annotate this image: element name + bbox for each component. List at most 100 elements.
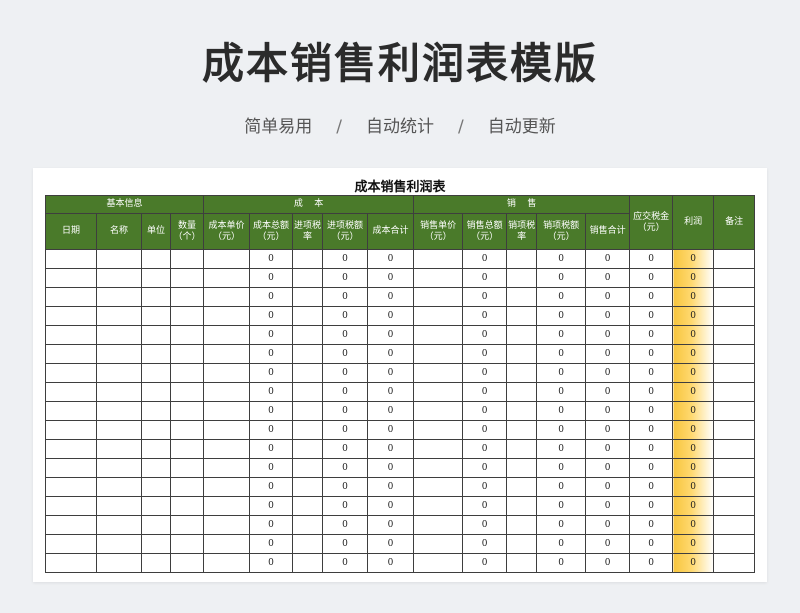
table-cell[interactable] (45, 268, 97, 288)
table-cell[interactable] (713, 325, 756, 345)
table-cell[interactable]: 0 (536, 325, 587, 345)
table-cell[interactable] (506, 401, 538, 421)
table-cell[interactable]: 0 (249, 382, 294, 402)
table-cell[interactable] (292, 401, 324, 421)
table-cell[interactable] (96, 477, 142, 497)
table-cell[interactable]: 0 (322, 496, 369, 516)
table-cell[interactable] (713, 477, 756, 497)
table-cell[interactable] (96, 553, 142, 573)
table-cell[interactable] (506, 344, 538, 364)
table-cell[interactable]: 0 (536, 496, 587, 516)
table-cell[interactable] (506, 553, 538, 573)
table-cell[interactable]: 0 (462, 268, 508, 288)
table-cell[interactable] (96, 268, 142, 288)
table-cell[interactable] (45, 363, 97, 383)
table-cell[interactable] (96, 363, 142, 383)
table-cell[interactable] (413, 439, 464, 459)
table-cell[interactable] (96, 534, 142, 554)
table-cell[interactable] (96, 420, 142, 440)
table-cell[interactable]: 0 (249, 534, 294, 554)
table-cell[interactable] (141, 458, 171, 478)
table-cell[interactable]: 0 (367, 249, 415, 269)
table-cell[interactable] (141, 401, 171, 421)
table-cell[interactable] (45, 382, 97, 402)
table-cell[interactable] (203, 496, 251, 516)
table-cell[interactable] (292, 306, 324, 326)
table-cell[interactable]: 0 (249, 439, 294, 459)
table-cell[interactable] (713, 382, 756, 402)
profit-cell[interactable]: 0 (672, 496, 715, 516)
table-cell[interactable] (169, 496, 205, 516)
table-cell[interactable] (169, 363, 205, 383)
table-cell[interactable] (713, 363, 756, 383)
table-cell[interactable]: 0 (249, 420, 294, 440)
table-cell[interactable] (413, 515, 464, 535)
table-cell[interactable]: 0 (629, 401, 674, 421)
table-cell[interactable]: 0 (367, 477, 415, 497)
table-cell[interactable] (203, 325, 251, 345)
table-cell[interactable] (413, 363, 464, 383)
table-cell[interactable]: 0 (322, 268, 369, 288)
table-cell[interactable] (292, 477, 324, 497)
table-cell[interactable] (141, 306, 171, 326)
table-cell[interactable] (203, 477, 251, 497)
table-cell[interactable]: 0 (629, 363, 674, 383)
table-cell[interactable] (96, 306, 142, 326)
table-cell[interactable] (506, 306, 538, 326)
table-cell[interactable]: 0 (585, 439, 631, 459)
table-cell[interactable]: 0 (462, 401, 508, 421)
table-cell[interactable]: 0 (367, 325, 415, 345)
table-cell[interactable] (96, 325, 142, 345)
profit-cell[interactable]: 0 (672, 382, 715, 402)
table-cell[interactable]: 0 (367, 553, 415, 573)
table-cell[interactable]: 0 (462, 477, 508, 497)
table-cell[interactable]: 0 (322, 439, 369, 459)
table-cell[interactable]: 0 (585, 325, 631, 345)
table-cell[interactable] (169, 401, 205, 421)
table-cell[interactable]: 0 (249, 268, 294, 288)
table-cell[interactable]: 0 (536, 458, 587, 478)
table-cell[interactable]: 0 (462, 553, 508, 573)
table-cell[interactable]: 0 (322, 306, 369, 326)
table-cell[interactable]: 0 (629, 553, 674, 573)
table-cell[interactable] (713, 249, 756, 269)
table-cell[interactable] (292, 325, 324, 345)
table-cell[interactable] (96, 439, 142, 459)
table-cell[interactable] (96, 401, 142, 421)
table-cell[interactable] (45, 249, 97, 269)
table-cell[interactable]: 0 (585, 382, 631, 402)
table-cell[interactable] (169, 325, 205, 345)
table-cell[interactable] (713, 344, 756, 364)
table-cell[interactable]: 0 (536, 401, 587, 421)
table-cell[interactable]: 0 (462, 496, 508, 516)
table-cell[interactable] (141, 382, 171, 402)
table-cell[interactable] (96, 344, 142, 364)
table-cell[interactable]: 0 (367, 287, 415, 307)
table-cell[interactable]: 0 (462, 287, 508, 307)
table-cell[interactable] (292, 363, 324, 383)
table-cell[interactable] (203, 249, 251, 269)
table-cell[interactable]: 0 (536, 515, 587, 535)
table-cell[interactable] (141, 477, 171, 497)
table-cell[interactable] (292, 382, 324, 402)
table-cell[interactable] (45, 458, 97, 478)
table-cell[interactable] (292, 534, 324, 554)
table-cell[interactable]: 0 (367, 363, 415, 383)
table-cell[interactable]: 0 (322, 420, 369, 440)
table-cell[interactable]: 0 (629, 496, 674, 516)
table-cell[interactable] (413, 420, 464, 440)
table-cell[interactable] (45, 344, 97, 364)
table-cell[interactable]: 0 (462, 439, 508, 459)
table-cell[interactable] (203, 306, 251, 326)
table-cell[interactable] (141, 439, 171, 459)
table-cell[interactable]: 0 (462, 534, 508, 554)
profit-cell[interactable]: 0 (672, 534, 715, 554)
table-cell[interactable]: 0 (367, 420, 415, 440)
table-cell[interactable] (169, 382, 205, 402)
table-cell[interactable]: 0 (322, 401, 369, 421)
table-cell[interactable]: 0 (585, 268, 631, 288)
table-cell[interactable] (713, 401, 756, 421)
table-cell[interactable]: 0 (249, 306, 294, 326)
table-cell[interactable]: 0 (249, 496, 294, 516)
profit-cell[interactable]: 0 (672, 249, 715, 269)
